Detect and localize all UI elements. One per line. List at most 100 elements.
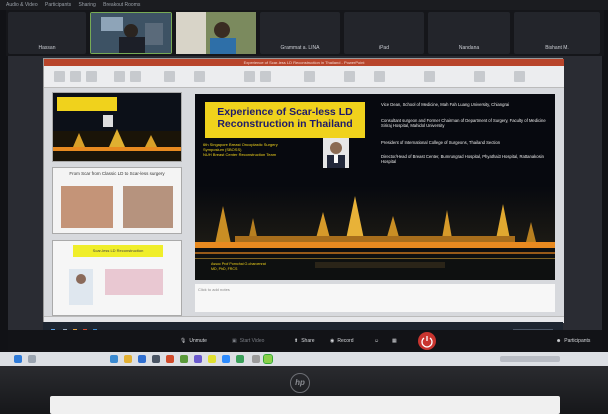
taskbar-app-icon[interactable] <box>180 355 188 363</box>
ppt-editing-stage: From Scar from Classic LD to Scar-less s… <box>44 88 564 316</box>
people-icon: ☻ <box>556 338 562 344</box>
powerpoint-window: Experience of Scar-less LD Reconstructio… <box>43 58 564 323</box>
speaker-notes-field[interactable]: Click to add notes <box>195 284 555 312</box>
slide-thumbnail-3[interactable]: Scar-less LD Reconstruction <box>52 240 182 316</box>
speaker-photo <box>323 138 349 168</box>
system-tray[interactable] <box>500 356 560 362</box>
caption-line: Assoc Prof Pornchai O-charoenrat <box>211 262 266 266</box>
ribbon-button[interactable] <box>114 71 125 82</box>
participant-name: Nandana <box>458 45 480 51</box>
caption-line: MD, PhD, FRCS <box>211 266 238 271</box>
participant-video <box>176 12 256 54</box>
participants-button[interactable]: ☻ Participants <box>556 336 590 346</box>
ppt-titlebar: Experience of Scar-less LD Reconstructio… <box>44 59 564 66</box>
menu-item-participants[interactable]: Participants <box>45 2 71 8</box>
ribbon-button[interactable] <box>70 71 81 82</box>
desk-surface <box>50 396 560 414</box>
slide-caption: Assoc Prof Pornchai O-charoenrat MD, PhD… <box>211 262 266 271</box>
power-icon <box>421 336 433 348</box>
ribbon-button[interactable] <box>344 71 355 82</box>
start-video-button[interactable]: ▣ Start Video <box>232 336 264 346</box>
ribbon-button[interactable] <box>54 71 65 82</box>
participant-tile[interactable]: Hassan <box>8 12 86 54</box>
slide-bullet: Consultant surgeon and Former Chairman o… <box>381 118 546 129</box>
menu-item-sharing[interactable]: Sharing <box>79 2 96 8</box>
participants-label: Participants <box>564 338 591 344</box>
taskbar-app-icon[interactable] <box>110 355 118 363</box>
participant-name: iPad <box>378 45 389 51</box>
participant-name: Hassan <box>38 45 56 51</box>
ppt-ribbon <box>44 66 564 88</box>
ribbon-button[interactable] <box>260 71 271 82</box>
thumbnail-preview <box>69 269 163 305</box>
ribbon-button[interactable] <box>244 71 255 82</box>
apps-icon: ▦ <box>392 338 397 344</box>
ribbon-button[interactable] <box>164 71 175 82</box>
slide-bullet: President of International College of Su… <box>381 140 501 145</box>
apps-button[interactable]: ▦ <box>392 336 400 346</box>
leave-meeting-button[interactable] <box>418 332 436 350</box>
reactions-icon: ☺ <box>374 338 380 344</box>
hp-logo: hp <box>290 373 310 393</box>
participant-video-tile[interactable] <box>176 12 256 54</box>
record-label: Record <box>337 338 354 344</box>
unmute-label: Unmute <box>189 338 207 344</box>
remote-taskbar <box>43 322 563 333</box>
menu-item-breakout[interactable]: Breakout Rooms <box>103 2 140 8</box>
taskbar-app-icon[interactable] <box>252 355 260 363</box>
local-windows-taskbar <box>0 352 608 366</box>
video-gallery: Hassan Grammat a. LINA iPad Nandana Bish… <box>6 10 604 56</box>
slide-thumbnail-2[interactable]: From Scar from Classic LD to Scar-less s… <box>52 167 182 234</box>
video-camera-icon: ▣ <box>232 338 237 344</box>
ribbon-button[interactable] <box>424 71 435 82</box>
participant-video <box>91 13 171 53</box>
thumbnail-photos <box>61 186 173 228</box>
slide-thumbnail-1[interactable] <box>52 92 182 162</box>
participant-tile[interactable]: Grammat a. LINA <box>260 12 340 54</box>
main-slide[interactable]: Experience of Scar-less LD Reconstructio… <box>195 94 555 280</box>
ribbon-button[interactable] <box>304 71 315 82</box>
share-label: Share <box>301 338 315 344</box>
participant-tile[interactable]: Bishant M. <box>514 12 600 54</box>
search-icon[interactable] <box>28 355 36 363</box>
slide-bullet: Vice Dean, School of Medicine, Mah Fah L… <box>381 102 510 107</box>
ribbon-button[interactable] <box>194 71 205 82</box>
taskbar-app-icon[interactable] <box>152 355 160 363</box>
taskbar-app-icon[interactable] <box>208 355 216 363</box>
participant-name: Grammat a. LINA <box>280 45 320 51</box>
menu-item-audio-video[interactable]: Audio & Video <box>6 2 38 8</box>
active-app-icon[interactable] <box>263 354 273 364</box>
subtitle-line: NUH Breast Center Reconstruction Team <box>203 152 277 157</box>
thumbnail-text: From Scar from Classic LD to Scar-less s… <box>69 171 165 176</box>
participant-tile[interactable]: iPad <box>344 12 424 54</box>
ribbon-button[interactable] <box>86 71 97 82</box>
slide-subtitle: 6th Singapore Breast Oncoplastic Surgery… <box>203 142 323 157</box>
thumbnail-preview <box>53 93 181 161</box>
participant-tile[interactable]: Nandana <box>428 12 510 54</box>
windows-start-icon[interactable] <box>14 355 22 363</box>
ribbon-button[interactable] <box>130 71 141 82</box>
ribbon-button[interactable] <box>474 71 485 82</box>
photo-frame: Audio & Video Participants Sharing Break… <box>0 0 608 414</box>
slide-bullet: Director/Head of Breast Center, Bumrungr… <box>381 154 544 165</box>
zoom-icon[interactable] <box>222 355 230 363</box>
taskbar-app-icon[interactable] <box>236 355 244 363</box>
share-button[interactable]: ⬆ Share <box>294 336 315 346</box>
zoom-control-bar: 🎙 Unmute ▣ Start Video ⬆ Share ◉ Record ☺ ▦ … <box>8 330 602 352</box>
top-menu-strip: Audio & Video Participants Sharing Break… <box>0 0 608 10</box>
unmute-button[interactable]: 🎙 Unmute <box>180 336 207 346</box>
browser-icon[interactable] <box>138 355 146 363</box>
slide-title: Experience of Scar-less LD Reconstructio… <box>205 102 365 138</box>
taskbar-app-icon[interactable] <box>166 355 174 363</box>
participant-video-tile[interactable] <box>90 12 172 54</box>
microphone-muted-icon: 🎙 <box>180 338 187 344</box>
start-video-label: Start Video <box>239 338 265 344</box>
folder-icon[interactable] <box>124 355 132 363</box>
record-icon: ◉ <box>330 338 335 344</box>
ribbon-button[interactable] <box>374 71 385 82</box>
ribbon-button[interactable] <box>514 71 525 82</box>
reactions-button[interactable]: ☺ <box>374 336 382 346</box>
participant-name: Bishant M. <box>545 45 569 51</box>
record-button[interactable]: ◉ Record <box>330 336 354 346</box>
taskbar-app-icon[interactable] <box>194 355 202 363</box>
